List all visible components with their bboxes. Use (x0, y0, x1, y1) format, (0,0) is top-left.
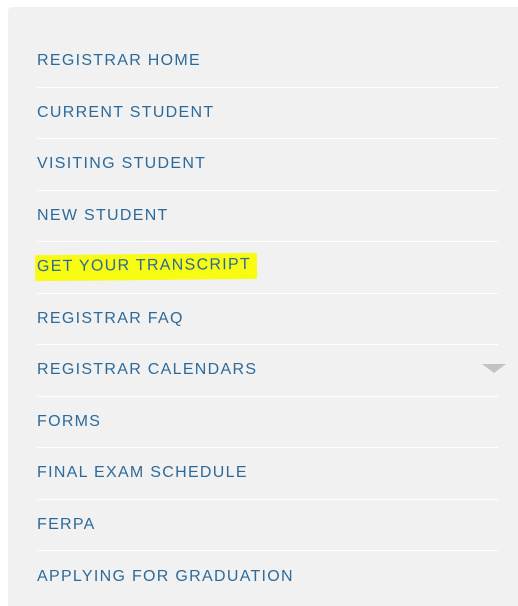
nav-item-get-your-transcript[interactable]: GET YOUR TRANSCRIPT (34, 242, 498, 294)
nav-item-label[interactable]: FORMS (37, 412, 101, 432)
chevron-down-icon[interactable] (482, 364, 506, 373)
nav-item-label[interactable]: FERPA (37, 515, 96, 535)
nav-item-label[interactable]: APPLYING FOR GRADUATION (37, 567, 294, 587)
sidebar-nav-panel: REGISTRAR HOME CURRENT STUDENT VISITING … (8, 7, 518, 606)
nav-item-final-exam-schedule[interactable]: FINAL EXAM SCHEDULE (37, 448, 498, 500)
nav-item-registrar-calendars[interactable]: REGISTRAR CALENDARS (37, 345, 506, 397)
nav-item-applying-for-graduation[interactable]: APPLYING FOR GRADUATION (37, 551, 498, 603)
nav-item-label[interactable]: NEW STUDENT (37, 206, 169, 226)
nav-item-new-student[interactable]: NEW STUDENT (37, 191, 498, 242)
nav-item-label[interactable]: REGISTRAR HOME (37, 51, 201, 71)
nav-item-registrar-faq[interactable]: REGISTRAR FAQ (37, 294, 498, 345)
nav-item-label[interactable]: REGISTRAR CALENDARS (37, 360, 257, 380)
nav-item-visiting-student[interactable]: VISITING STUDENT (37, 139, 498, 191)
nav-item-label-highlighted[interactable]: GET YOUR TRANSCRIPT (34, 253, 258, 282)
nav-item-label[interactable]: FINAL EXAM SCHEDULE (37, 463, 248, 483)
nav-item-forms[interactable]: FORMS (37, 397, 498, 448)
nav-item-label[interactable]: CURRENT STUDENT (37, 103, 214, 123)
nav-item-registrar-home[interactable]: REGISTRAR HOME (37, 36, 498, 88)
sidebar-nav-list: REGISTRAR HOME CURRENT STUDENT VISITING … (34, 36, 506, 603)
nav-item-current-student[interactable]: CURRENT STUDENT (37, 88, 498, 139)
nav-item-ferpa[interactable]: FERPA (37, 500, 498, 551)
nav-item-label[interactable]: VISITING STUDENT (37, 154, 206, 174)
nav-item-label[interactable]: REGISTRAR FAQ (37, 309, 184, 329)
